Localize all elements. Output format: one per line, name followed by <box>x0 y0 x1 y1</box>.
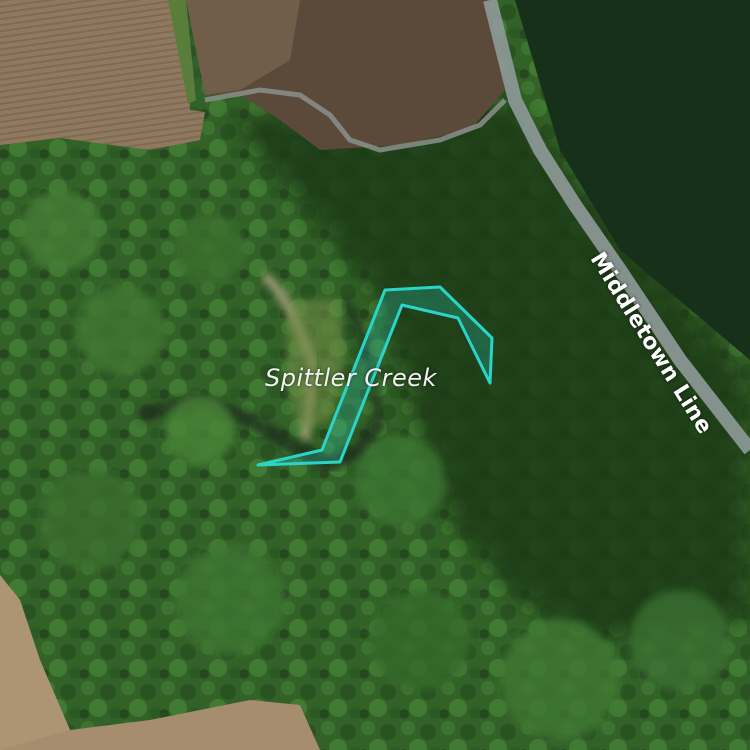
tree-clump <box>370 590 470 690</box>
tree-clump <box>500 620 620 740</box>
tree-clump <box>75 285 165 375</box>
tree-clump <box>630 590 730 690</box>
map-view[interactable]: Spittler Creek Middletown Line <box>0 0 750 750</box>
tree-clump <box>40 470 140 570</box>
tree-clump <box>355 435 445 525</box>
tree-clump <box>20 190 100 270</box>
tree-clump <box>175 215 245 285</box>
tree-clump <box>175 545 285 655</box>
satellite-imagery <box>0 0 750 750</box>
tree-clump <box>165 395 235 465</box>
